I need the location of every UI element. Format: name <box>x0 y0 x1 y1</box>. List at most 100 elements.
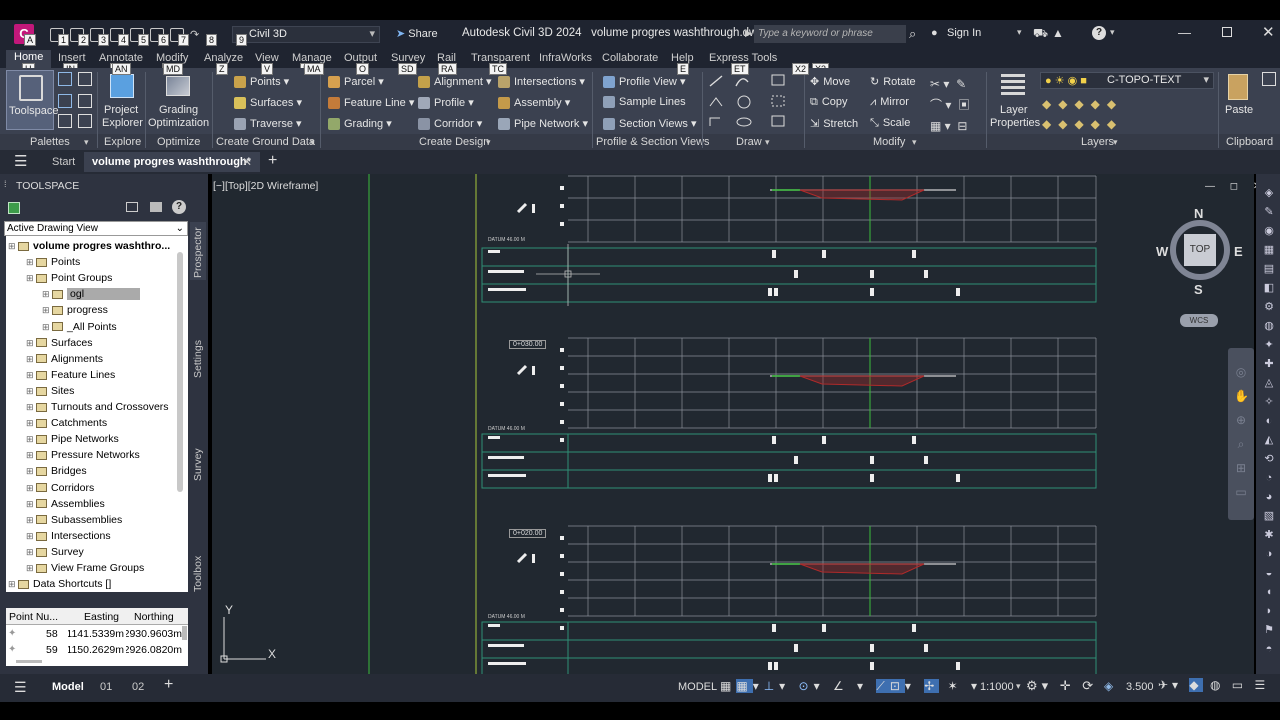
tab-model[interactable]: Model <box>52 681 84 693</box>
chevron-down-icon[interactable]: ▾ <box>1113 137 1118 148</box>
modify-extra-icons[interactable]: ✂ ▾ ✎ ⌒ ▾ ▣ ▦ ▾ ⊟ <box>930 74 970 137</box>
tree-item[interactable]: ⊞ ogl <box>42 288 141 301</box>
grading-optimization-button[interactable]: Grading Optimization <box>148 70 209 130</box>
layer-properties-button[interactable]: Layer Properties <box>990 70 1040 130</box>
compass-w[interactable]: W <box>1156 244 1168 259</box>
expand-icon[interactable]: ⊞ <box>26 257 36 267</box>
surfaces-button[interactable]: Surfaces ▾ <box>234 96 302 110</box>
assembly-button[interactable]: Assembly ▾ <box>498 96 570 110</box>
points-button[interactable]: Points ▾ <box>234 75 289 89</box>
compass-e[interactable]: E <box>1234 244 1243 259</box>
col-northing[interactable]: Northing <box>134 611 174 623</box>
tree-item[interactable]: ⊞ Data Shortcuts [] <box>8 578 111 590</box>
tree-item[interactable]: ⊞ _All Points <box>42 321 117 333</box>
tree-item[interactable]: ⊞ Points <box>26 256 80 268</box>
cart-icon[interactable]: ⛟ <box>1033 26 1048 42</box>
panel-label-palettes[interactable]: Palettes <box>30 136 70 148</box>
panel-icon[interactable] <box>150 202 162 212</box>
expand-icon[interactable]: ⊞ <box>26 434 36 444</box>
grading-button[interactable]: Grading ▾ <box>328 117 392 131</box>
compass-n[interactable]: N <box>1194 206 1203 221</box>
col-point-number[interactable]: Point Nu... <box>9 611 58 623</box>
tree-item[interactable]: ⊞ progress <box>42 304 108 316</box>
chevron-down-icon[interactable]: ▾ <box>84 137 89 148</box>
expand-icon[interactable]: ⊞ <box>26 515 36 525</box>
tree-item[interactable]: ⊞ View Frame Groups <box>26 562 144 574</box>
share-button[interactable]: ➤ Share <box>396 27 438 40</box>
tab-layout-02[interactable]: 02 <box>132 681 144 693</box>
right-tool-icons[interactable]: ◈ ✎ ◉ ▦ ▤ ◧ ⚙ ◍ ✦ ✚ ◬ ✧ ◐ ◭ ⟲ ◔ ◕ ▧ ✱ ◑ ◒ ◖ ◗ ⚑ ◓ <box>1262 184 1276 659</box>
expand-icon[interactable]: ⊞ <box>26 483 36 493</box>
expand-icon[interactable]: ⊞ <box>8 579 18 589</box>
copy-button[interactable]: ⧉ Copy <box>810 96 848 109</box>
tree-item[interactable]: ⊞ Surfaces <box>26 337 92 349</box>
tab-infraworks[interactable]: InfraWorks <box>539 52 592 64</box>
grid-hscrollbar[interactable] <box>16 660 42 663</box>
chevron-down-icon[interactable]: ▾ <box>310 137 315 148</box>
menu-icon[interactable]: ☰ <box>14 679 27 696</box>
tree-item[interactable]: ⊞ Turnouts and Crossovers <box>26 401 169 413</box>
tree-item[interactable]: ⊞ Point Groups <box>26 272 112 284</box>
expand-icon[interactable]: ⊞ <box>42 289 52 299</box>
status-value[interactable]: 3.500 <box>1126 681 1154 693</box>
tab-prospector[interactable]: Prospector <box>192 227 204 278</box>
expand-icon[interactable]: ⊞ <box>26 354 36 364</box>
settings-icon[interactable] <box>78 72 92 86</box>
toolbox-icon[interactable] <box>78 94 92 108</box>
properties-icon[interactable] <box>58 114 72 128</box>
tree-item[interactable]: ⊞ Pressure Networks <box>26 449 140 461</box>
chevron-down-icon[interactable]: ▾ <box>1017 27 1022 38</box>
tree-scrollbar[interactable] <box>177 252 183 492</box>
maximize-icon[interactable] <box>1222 27 1232 37</box>
traverse-button[interactable]: Traverse ▾ <box>234 117 302 131</box>
window-icon[interactable] <box>126 202 138 212</box>
tool-palettes-icon[interactable] <box>78 114 92 128</box>
expand-icon[interactable]: ⊞ <box>26 370 36 380</box>
tree-item[interactable]: ⊞ Subassemblies <box>26 514 122 526</box>
corridor-button[interactable]: Corridor ▾ <box>418 117 482 131</box>
expand-icon[interactable]: ⊞ <box>26 386 36 396</box>
add-layout-icon[interactable]: + <box>164 676 173 694</box>
expand-icon[interactable]: ⊞ <box>26 338 36 348</box>
workspace-select[interactable]: Civil 3D ▾ <box>232 26 380 43</box>
doc-tab-active[interactable]: volume progres washthrough* ✕ <box>84 152 260 172</box>
alignment-button[interactable]: Alignment ▾ <box>418 75 492 89</box>
redo-icon[interactable]: ↷ <box>190 28 204 42</box>
clipboard-more-icon[interactable] <box>1262 72 1276 86</box>
close-icon[interactable]: ✕ <box>1262 23 1275 41</box>
chevron-down-icon[interactable]: ▾ <box>1016 681 1021 692</box>
tab-survey-vertical[interactable]: Survey <box>192 448 204 481</box>
drawing-svg[interactable] <box>212 174 1254 674</box>
profile-button[interactable]: Profile ▾ <box>418 96 474 110</box>
tab-collaborate[interactable]: Collaborate <box>602 52 658 64</box>
toolspace-button[interactable]: Toolspace <box>6 70 59 130</box>
mirror-button[interactable]: ⩘ Mirror <box>870 96 909 109</box>
new-tab-icon[interactable]: + <box>268 152 277 170</box>
expand-icon[interactable]: ⊞ <box>8 241 18 251</box>
expand-icon[interactable]: ⊞ <box>26 402 36 412</box>
tree-item[interactable]: ⊞ Alignments <box>26 353 103 365</box>
section-views-button[interactable]: Section Views ▾ <box>603 117 696 131</box>
expand-icon[interactable]: ⊞ <box>26 450 36 460</box>
tab-layout-01[interactable]: 01 <box>100 681 112 693</box>
tree-item[interactable]: ⊞ Survey <box>26 546 84 558</box>
search-icon[interactable]: ⌕ <box>909 26 916 42</box>
tree-item[interactable]: ⊞ Sites <box>26 385 74 397</box>
menu-icon[interactable]: ☰ <box>14 152 27 170</box>
tree-item[interactable]: ⊞ Intersections <box>26 530 111 542</box>
tree-item[interactable]: ⊞ Catchments <box>26 417 107 429</box>
survey-icon[interactable] <box>58 94 72 108</box>
chevron-down-icon[interactable]: ▾ <box>486 137 491 148</box>
layer-select[interactable]: ● ☀ ◉ ■ C-TOPO-TEXT ▾ <box>1040 72 1214 89</box>
sample-lines-button[interactable]: Sample Lines <box>603 96 686 109</box>
expand-icon[interactable]: ⊞ <box>42 322 52 332</box>
stretch-button[interactable]: ⇲ Stretch <box>810 117 858 130</box>
grip-icon[interactable]: ⁞ <box>4 179 7 189</box>
tab-settings-vertical[interactable]: Settings <box>192 340 204 378</box>
paste-button[interactable]: Paste <box>1222 70 1256 130</box>
compass-s[interactable]: S <box>1194 282 1203 297</box>
parcel-button[interactable]: Parcel ▾ <box>328 75 384 89</box>
tab-start[interactable]: Start <box>52 156 75 168</box>
grid-scrollbar[interactable] <box>182 626 187 640</box>
tree-item[interactable]: ⊞ Assemblies <box>26 498 105 510</box>
